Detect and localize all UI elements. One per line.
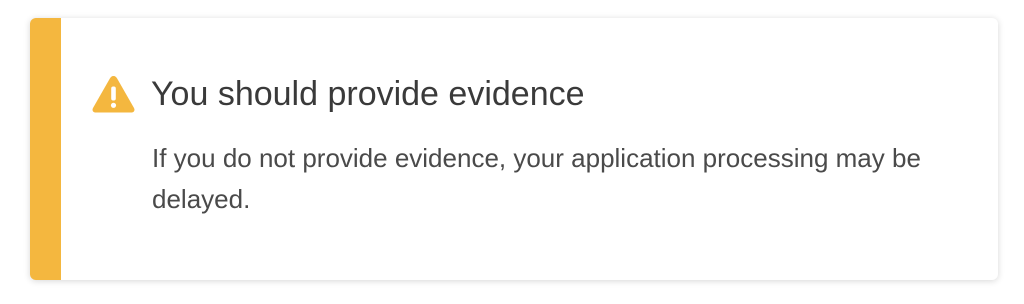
- alert-header: You should provide evidence: [91, 72, 958, 116]
- warning-icon: [91, 74, 136, 114]
- alert-title: You should provide evidence: [151, 75, 585, 113]
- warning-alert: You should provide evidence If you do no…: [30, 18, 998, 280]
- alert-content: You should provide evidence If you do no…: [91, 72, 958, 220]
- alert-accent-bar: [30, 18, 61, 280]
- alert-message: If you do not provide evidence, your app…: [152, 143, 921, 214]
